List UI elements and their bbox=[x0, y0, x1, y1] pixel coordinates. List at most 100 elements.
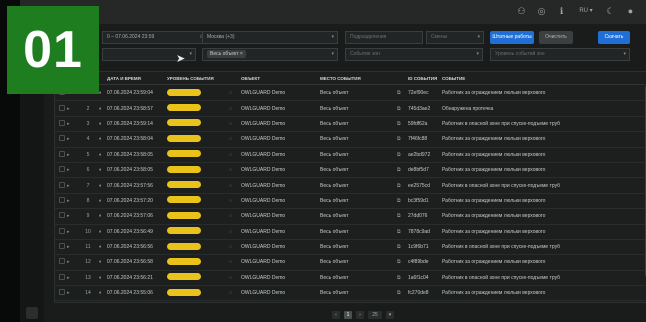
row-expand-icon[interactable]: ▸ bbox=[67, 121, 77, 127]
row-checkbox[interactable] bbox=[55, 273, 67, 282]
row-expand-icon[interactable]: ▸ bbox=[67, 183, 77, 189]
level-info-icon[interactable]: ◌ bbox=[229, 229, 241, 235]
row-event-id: 745d3ae2 bbox=[408, 105, 431, 112]
row-checkbox[interactable] bbox=[55, 166, 67, 174]
row-expand-icon[interactable]: ▸ bbox=[67, 229, 77, 235]
copy-id-icon[interactable]: ⧉ bbox=[397, 183, 408, 189]
level-info-icon[interactable]: ◌ bbox=[229, 152, 241, 158]
next-page-button[interactable]: › bbox=[356, 311, 364, 319]
prev-page-button[interactable]: ‹ bbox=[332, 311, 340, 319]
row-checkbox[interactable] bbox=[55, 104, 67, 113]
table-row[interactable]: ▸ 12 ◐ 07.06.2024 23:56:58 ◌ OWLGUARD Demo Вес… bbox=[55, 255, 646, 271]
shifts-select[interactable]: Смены ▾ bbox=[426, 31, 484, 44]
copy-id-icon[interactable]: ⧉ bbox=[397, 106, 408, 112]
level-info-icon[interactable]: ◌ bbox=[229, 275, 241, 281]
row-expand-icon[interactable]: ▸ bbox=[67, 167, 77, 173]
copy-id-icon[interactable]: ⧉ bbox=[397, 229, 408, 235]
user-icon[interactable]: ● bbox=[625, 6, 636, 17]
department-input[interactable]: Подразделения bbox=[345, 31, 423, 44]
level-info-icon[interactable]: ◌ bbox=[229, 121, 241, 127]
page-size-caret[interactable]: ▾ bbox=[386, 311, 394, 319]
level-info-icon[interactable]: ◌ bbox=[229, 259, 241, 265]
copy-id-icon[interactable]: ⧉ bbox=[397, 290, 408, 296]
row-checkbox[interactable] bbox=[55, 196, 67, 205]
level-info-icon[interactable]: ◌ bbox=[229, 213, 241, 219]
header-place[interactable]: Место события bbox=[320, 76, 397, 81]
language-select[interactable]: RU ▾ bbox=[576, 6, 596, 17]
row-checkbox[interactable] bbox=[55, 135, 67, 143]
event-place-select[interactable]: Событие зон ▾ bbox=[345, 48, 483, 61]
row-expand-icon[interactable]: ▸ bbox=[67, 213, 77, 219]
event-level-select[interactable]: Уровень событий зон ▾ bbox=[490, 48, 630, 61]
table-row[interactable]: ▸ 14 ◐ 07.06.2024 23:55:06 ◌ OWLGUARD Demo Вес… bbox=[55, 286, 646, 302]
moon-icon[interactable]: ☾ bbox=[605, 6, 616, 17]
row-expand-icon[interactable]: ▸ bbox=[67, 259, 77, 265]
table-row[interactable]: ▸ 13 ◐ 07.06.2024 23:56:21 ◌ OWLGUARD Demo Вес… bbox=[55, 271, 646, 287]
owl-logo-icon[interactable]: ◎ bbox=[536, 6, 547, 17]
table-row[interactable]: ▸ 8 ◐ 07.06.2024 23:57:20 ◌ OWLGUARD Demo Весь… bbox=[55, 194, 646, 210]
copy-id-icon[interactable]: ⧉ bbox=[397, 90, 408, 96]
copy-id-icon[interactable]: ⧉ bbox=[397, 121, 408, 127]
table-row[interactable]: ▸ 11 ◐ 07.06.2024 23:56:56 ◌ OWLGUARD Demo Вес… bbox=[55, 240, 646, 256]
row-expand-icon[interactable]: ▸ bbox=[67, 136, 77, 142]
table-row[interactable]: ▸ 10 ◐ 07.06.2024 23:56:49 ◌ OWLGUARD Demo Вес… bbox=[55, 225, 646, 240]
level-info-icon[interactable]: ◌ bbox=[229, 90, 241, 96]
table-row[interactable]: ▸ 4 ◐ 07.06.2024 23:58:04 ◌ OWLGUARD Demo Весь… bbox=[55, 132, 646, 148]
reset-button[interactable]: Очистить bbox=[539, 31, 573, 44]
row-checkbox[interactable] bbox=[55, 150, 67, 159]
date-range-field[interactable]: 0 – 07.06.2024 23:59 ⊙ bbox=[102, 31, 208, 44]
severity-icon: ◐ bbox=[99, 197, 103, 204]
copy-id-icon[interactable]: ⧉ bbox=[397, 275, 408, 281]
table-row[interactable]: ▸ 3 ◐ 07.06.2024 23:59:14 ◌ OWLGUARD Demo Весь… bbox=[55, 117, 646, 133]
table-row[interactable]: ▸ 6 ◐ 07.06.2024 23:58:05 ◌ OWLGUARD Demo Весь… bbox=[55, 163, 646, 179]
row-expand-icon[interactable]: ▸ bbox=[67, 290, 77, 296]
level-info-icon[interactable]: ◌ bbox=[229, 106, 241, 112]
object-chip[interactable]: Весь объект × bbox=[207, 50, 246, 58]
download-button[interactable]: Скачать bbox=[598, 31, 630, 44]
nav-collapse-icon[interactable] bbox=[26, 307, 38, 319]
row-object: OWLGUARD Demo bbox=[241, 274, 286, 281]
copy-id-icon[interactable]: ⧉ bbox=[397, 259, 408, 265]
row-expand-icon[interactable]: ▸ bbox=[67, 275, 77, 281]
row-checkbox[interactable] bbox=[55, 289, 67, 297]
row-expand-icon[interactable]: ▸ bbox=[67, 152, 77, 158]
level-info-icon[interactable]: ◌ bbox=[229, 183, 241, 189]
copy-id-icon[interactable]: ⧉ bbox=[397, 213, 408, 219]
header-event[interactable]: Событие bbox=[442, 76, 632, 81]
copy-id-icon[interactable]: ⧉ bbox=[397, 167, 408, 173]
header-id[interactable]: ID события bbox=[408, 76, 442, 81]
level-info-icon[interactable]: ◌ bbox=[229, 136, 241, 142]
level-info-icon[interactable]: ◌ bbox=[229, 167, 241, 173]
copy-id-icon[interactable]: ⧉ bbox=[397, 136, 408, 142]
row-checkbox[interactable] bbox=[55, 227, 67, 236]
level-info-icon[interactable]: ◌ bbox=[229, 290, 241, 296]
table-row[interactable]: ▸ 7 ◐ 07.06.2024 23:57:56 ◌ OWLGUARD Demo Весь… bbox=[55, 178, 646, 194]
copy-id-icon[interactable]: ⧉ bbox=[397, 244, 408, 250]
row-checkbox[interactable] bbox=[55, 181, 67, 190]
timezone-select[interactable]: Москва (+3) ▾ bbox=[202, 31, 338, 44]
user-group-icon[interactable]: ⚇ bbox=[516, 6, 527, 17]
header-object[interactable]: Объект bbox=[241, 76, 320, 81]
info-icon[interactable]: ℹ bbox=[556, 6, 567, 17]
regular-work-button[interactable]: Штатные работы bbox=[490, 31, 534, 44]
row-expand-icon[interactable]: ▸ bbox=[67, 106, 77, 112]
page-size-select[interactable]: 25 bbox=[368, 311, 382, 319]
row-checkbox[interactable] bbox=[55, 119, 67, 128]
copy-id-icon[interactable]: ⧉ bbox=[397, 152, 408, 158]
level-info-icon[interactable]: ◌ bbox=[229, 244, 241, 250]
header-time[interactable]: Дата и время bbox=[107, 76, 167, 81]
table-row[interactable]: ▸ 2 ◐ 07.06.2024 23:58:57 ◌ OWLGUARD Demo Весь… bbox=[55, 101, 646, 117]
header-level[interactable]: Уровень события bbox=[167, 76, 229, 81]
table-row[interactable]: ▸ 9 ◐ 07.06.2024 23:57:06 ◌ OWLGUARD Demo Весь… bbox=[55, 209, 646, 225]
row-checkbox[interactable] bbox=[55, 258, 67, 266]
table-row[interactable]: ▸ 5 ◐ 07.06.2024 23:58:05 ◌ OWLGUARD Demo Весь… bbox=[55, 148, 646, 163]
row-checkbox[interactable] bbox=[55, 243, 67, 251]
row-expand-icon[interactable]: ▸ bbox=[67, 198, 77, 204]
row-checkbox[interactable] bbox=[55, 212, 67, 220]
object-select[interactable]: Весь объект × ▾ bbox=[202, 48, 338, 61]
table-row[interactable]: ▸1◐07.06.2024 23:59:04◌OWLGUARD DemoВесь… bbox=[55, 86, 646, 102]
level-info-icon[interactable]: ◌ bbox=[229, 198, 241, 204]
copy-id-icon[interactable]: ⧉ bbox=[397, 198, 408, 204]
row-expand-icon[interactable]: ▸ bbox=[67, 244, 77, 250]
page-1-button[interactable]: 1 bbox=[344, 311, 352, 319]
